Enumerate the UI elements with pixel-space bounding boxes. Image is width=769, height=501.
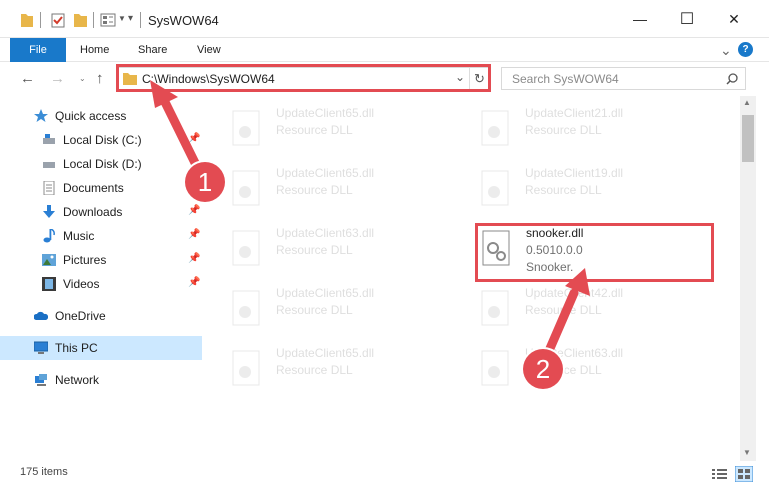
annotation-arrows <box>150 80 590 365</box>
step-callout-2: 2 <box>523 349 563 389</box>
arrow-1 <box>150 80 205 178</box>
arrow-2 <box>540 268 590 365</box>
step-callout-1: 1 <box>185 162 225 202</box>
